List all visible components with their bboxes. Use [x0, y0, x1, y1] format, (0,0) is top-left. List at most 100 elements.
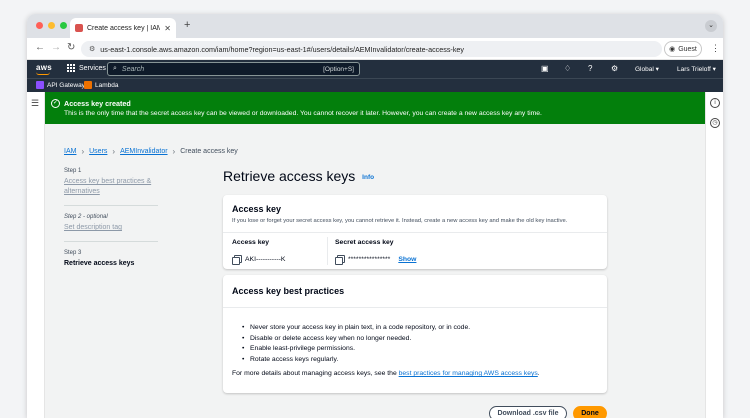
- menu-hamburger-icon[interactable]: ☰: [31, 98, 39, 109]
- maximize-window-button[interactable]: [60, 22, 67, 29]
- step-number: Step 2 - optional: [64, 214, 108, 220]
- chevron-right-icon: ›: [81, 147, 85, 156]
- card-divider: [223, 307, 607, 308]
- flash-title: Access key created: [64, 99, 131, 108]
- browser-menu-icon[interactable]: ⋮: [711, 43, 720, 54]
- tab-title: Create access key | IAM | Glo: [87, 24, 161, 32]
- step-3-current: Retrieve access keys: [64, 260, 135, 267]
- window-controls: [36, 22, 67, 29]
- column-divider: [327, 237, 328, 265]
- best-practices-card: Access key best practices Never store yo…: [223, 275, 607, 393]
- tab-strip: Create access key | IAM | Glo ✕ + ⌄: [27, 14, 723, 38]
- cloudshell-icon[interactable]: ▣: [541, 64, 549, 73]
- success-flash-banner: ✓ Access key created This is the only ti…: [45, 92, 705, 124]
- access-key-description: If you lose or forget your secret access…: [232, 218, 568, 224]
- right-utility-rail: i ◷: [705, 92, 723, 418]
- favorite-lambda[interactable]: Lambda: [84, 81, 119, 89]
- check-circle-icon: ✓: [51, 99, 60, 108]
- access-key-card: Access key If you lose or forget your se…: [223, 195, 607, 269]
- minimize-window-button[interactable]: [48, 22, 55, 29]
- search-icon: ⌕: [113, 65, 117, 72]
- step-2-link[interactable]: Set description tag: [64, 223, 158, 233]
- aws-logo-smile: [36, 72, 50, 75]
- more-prefix: For more details about managing access k…: [232, 370, 399, 377]
- access-key-value: AKI-----------K: [245, 256, 286, 263]
- services-menu[interactable]: Services: [67, 64, 106, 72]
- best-practices-more: For more details about managing access k…: [232, 370, 540, 377]
- list-item: Disable or delete access key when no lon…: [242, 334, 470, 345]
- breadcrumb-users[interactable]: Users: [89, 148, 107, 155]
- search-shortcut: [Option+S]: [323, 65, 354, 73]
- close-window-button[interactable]: [36, 22, 43, 29]
- best-practices-heading: Access key best practices: [232, 286, 345, 296]
- best-practices-link[interactable]: best practices for managing AWS access k…: [399, 370, 538, 377]
- services-grid-icon: [67, 64, 75, 72]
- browser-toolbar: ← → ↻ ⚙ us-east-1.console.aws.amazon.com…: [27, 38, 723, 60]
- list-item: Enable least-privilege permissions.: [242, 344, 470, 355]
- page-title-wrap: Retrieve access keys Info: [223, 168, 374, 184]
- main-content: IAM › Users › AEMInvalidator › Create ac…: [45, 124, 705, 418]
- profile-label: Guest: [678, 45, 697, 53]
- desktop-background: Create access key | IAM | Glo ✕ + ⌄ ← → …: [0, 0, 750, 418]
- aws-top-nav: aws Services ⌕ Search [Option+S] ▣ ♢ ? ⚙…: [27, 60, 723, 78]
- access-key-heading: Access key: [232, 204, 282, 214]
- new-tab-icon[interactable]: +: [184, 19, 190, 31]
- tab-close-icon[interactable]: ✕: [164, 24, 171, 33]
- aws-logo[interactable]: aws: [36, 63, 52, 72]
- favorite-api-gateway[interactable]: API Gateway: [36, 81, 85, 89]
- step-number: Step 1: [64, 168, 82, 174]
- copy-icon[interactable]: [335, 255, 345, 265]
- step-divider: [64, 241, 158, 242]
- favorite-label: API Gateway: [47, 81, 85, 89]
- info-link[interactable]: Info: [362, 174, 374, 181]
- show-secret-link[interactable]: Show: [398, 256, 416, 263]
- list-item: Never store your access key in plain tex…: [242, 323, 470, 334]
- more-suffix: .: [537, 370, 540, 377]
- info-panel-icon[interactable]: i: [710, 98, 720, 108]
- secret-key-value-row: **************** Show: [335, 255, 416, 265]
- profile-icon: ◉: [669, 46, 676, 53]
- api-gateway-icon: [36, 81, 44, 89]
- region-selector[interactable]: Global ▾: [635, 65, 659, 73]
- favorite-label: Lambda: [95, 81, 119, 89]
- wizard-steps: Step 1 Access key best practices & alter…: [64, 168, 158, 269]
- profile-button[interactable]: ◉ Guest: [664, 41, 702, 57]
- console-search-input[interactable]: ⌕ Search [Option+S]: [107, 62, 360, 76]
- url-text: us-east-1.console.aws.amazon.com/iam/hom…: [100, 44, 465, 54]
- services-label: Services: [79, 64, 106, 72]
- browser-window: Create access key | IAM | Glo ✕ + ⌄ ← → …: [27, 14, 723, 418]
- download-csv-button[interactable]: Download .csv file: [489, 406, 567, 418]
- account-menu[interactable]: Lars Trieloff ▾: [677, 65, 716, 73]
- reload-icon[interactable]: ↻: [67, 42, 75, 53]
- breadcrumb-current: Create access key: [180, 148, 238, 155]
- breadcrumb-iam[interactable]: IAM: [64, 148, 76, 155]
- site-info-icon[interactable]: ⚙: [89, 45, 95, 53]
- side-navigation-rail: ☰: [27, 92, 45, 418]
- step-number: Step 3: [64, 250, 82, 256]
- step-divider: [64, 205, 158, 206]
- done-button[interactable]: Done: [573, 406, 607, 418]
- notifications-bell-icon[interactable]: ♢: [564, 64, 571, 73]
- card-divider: [223, 232, 607, 233]
- step-1-link[interactable]: Access key best practices & alternatives: [64, 177, 158, 197]
- access-key-value-row: AKI-----------K: [232, 255, 286, 265]
- chevron-right-icon: ›: [112, 147, 116, 156]
- secret-key-column-header: Secret access key: [335, 239, 394, 246]
- access-key-column-header: Access key: [232, 239, 270, 246]
- copy-icon[interactable]: [232, 255, 242, 265]
- forward-icon[interactable]: →: [51, 42, 61, 53]
- history-icon[interactable]: ◷: [710, 118, 720, 128]
- aws-favicon-icon: [75, 24, 83, 32]
- tab-search-icon[interactable]: ⌄: [705, 20, 717, 32]
- page-title: Retrieve access keys: [223, 168, 356, 184]
- help-icon[interactable]: ?: [588, 64, 592, 73]
- list-item: Rotate access keys regularly.: [242, 355, 470, 366]
- back-icon[interactable]: ←: [35, 42, 45, 53]
- flash-message: This is the only time that the secret ac…: [64, 110, 542, 117]
- browser-tab-active[interactable]: Create access key | IAM | Glo ✕: [70, 18, 176, 38]
- breadcrumb: IAM › Users › AEMInvalidator › Create ac…: [64, 147, 238, 156]
- breadcrumb-user[interactable]: AEMInvalidator: [120, 148, 167, 155]
- address-bar[interactable]: ⚙ us-east-1.console.aws.amazon.com/iam/h…: [81, 41, 662, 57]
- chevron-right-icon: ›: [172, 147, 176, 156]
- settings-gear-icon[interactable]: ⚙: [611, 64, 618, 73]
